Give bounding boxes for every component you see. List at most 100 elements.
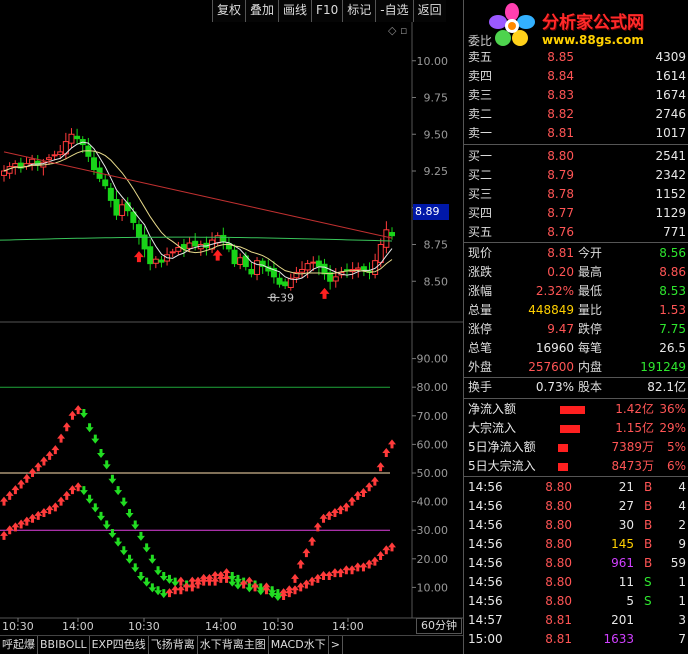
indicator-tab[interactable]: EXP四色线 xyxy=(90,636,149,654)
tick-volume: 11 xyxy=(618,575,634,589)
falling-arrow-icon xyxy=(154,566,163,576)
price-tick-label: 9.25 xyxy=(424,165,449,178)
bid-volume: 1129 xyxy=(655,206,686,220)
ask-volume: 2746 xyxy=(655,107,686,121)
capital-value: 82.1亿 xyxy=(647,380,686,394)
flow-percent: 29% xyxy=(659,421,686,435)
tick-price: 8.80 xyxy=(545,537,572,551)
indicator-tab[interactable]: 呼起爆 xyxy=(0,636,38,654)
candle xyxy=(74,135,81,140)
flow-bar xyxy=(560,406,585,414)
toolbar-button[interactable]: -自选 xyxy=(375,0,413,22)
site-logo: 分析家公式网 www.88gs.com 委比 xyxy=(464,0,688,50)
flow-bar xyxy=(558,444,568,452)
tick-row: 14:56 8.80 27 B 4 xyxy=(464,497,688,516)
indicator-tick-label: 80.00 xyxy=(417,381,449,394)
flow-percent: 36% xyxy=(659,402,686,416)
tick-price: 8.80 xyxy=(545,556,572,570)
tick-time: 14:56 xyxy=(468,480,503,494)
corner-diamond-icon[interactable]: ◇ ▫ xyxy=(388,24,407,37)
candle xyxy=(310,261,317,264)
rising-arrow-icon xyxy=(176,576,185,586)
tick-count: 1 xyxy=(678,575,686,589)
stat-label: 现价 xyxy=(468,246,493,260)
chart-toolbar: 复权 叠加 画线 F10 标记 -自选 返回 xyxy=(212,0,446,22)
candle xyxy=(332,276,339,282)
candle xyxy=(231,249,238,265)
indicator-tab[interactable]: MACD水下 xyxy=(269,636,329,654)
indicator-tab[interactable]: > xyxy=(329,636,343,654)
candle xyxy=(372,260,379,275)
stat-label: 涨跌 xyxy=(468,265,493,279)
stat-label: 今开 xyxy=(578,246,603,260)
flow-percent: 6% xyxy=(666,459,686,473)
candle xyxy=(135,224,142,238)
tick-row: 14:56 8.80 145 B 9 xyxy=(464,535,688,554)
rising-arrow-icon xyxy=(348,496,357,506)
candle xyxy=(214,235,221,244)
tick-count: 59 xyxy=(670,556,686,570)
candle xyxy=(389,232,395,237)
falling-arrow-icon xyxy=(102,520,111,530)
bid-volume: 1152 xyxy=(655,187,686,201)
flow-bar xyxy=(558,463,568,471)
tick-time: 14:56 xyxy=(468,594,503,608)
tick-row: 14:57 8.81 201 3 xyxy=(464,611,688,630)
bid-price: 8.79 xyxy=(547,168,574,182)
ma-long-line xyxy=(3,151,393,239)
toolbar-button[interactable]: 画线 xyxy=(278,0,312,22)
toolbar-button[interactable]: 返回 xyxy=(412,0,446,22)
candle xyxy=(299,268,306,273)
falling-arrow-icon xyxy=(119,546,128,556)
toolbar-button[interactable]: 复权 xyxy=(212,0,246,22)
rising-arrow-icon xyxy=(62,490,71,500)
falling-arrow-icon xyxy=(125,554,134,564)
candle xyxy=(282,281,289,287)
price-tick-label: 9.50 xyxy=(424,128,449,141)
flow-value: 1.42亿 xyxy=(615,402,654,416)
stat-label: 外盘 xyxy=(468,360,493,374)
current-price-tag: 8.89 xyxy=(413,204,449,220)
panel-separator xyxy=(464,398,688,399)
candle xyxy=(51,154,58,157)
period-selector[interactable]: 60分钟 xyxy=(416,618,462,634)
indicator-tab[interactable]: 水下背离主图 xyxy=(198,636,269,654)
indicator-tab[interactable]: 飞扬背离 xyxy=(149,636,198,654)
toolbar-button[interactable]: 标记 xyxy=(342,0,376,22)
toolbar-button[interactable]: 叠加 xyxy=(245,0,279,22)
candle xyxy=(119,204,126,216)
falling-arrow-icon xyxy=(85,423,94,433)
indicator-tab[interactable]: BBIBOLL xyxy=(38,636,90,654)
rising-arrow-icon xyxy=(45,450,54,460)
flow-label: 净流入额 xyxy=(468,402,517,416)
ask-row: 卖五 8.85 4309 xyxy=(464,48,688,67)
turnover-label: 换手 xyxy=(468,380,493,394)
stat-label: 总量 xyxy=(468,303,493,317)
rising-arrow-icon xyxy=(17,479,26,489)
stat-label: 涨幅 xyxy=(468,284,493,298)
ask-price: 8.85 xyxy=(547,50,574,64)
tick-row: 14:56 8.80 5 S 1 xyxy=(464,592,688,611)
stat-label: 量比 xyxy=(578,303,603,317)
tick-time: 14:56 xyxy=(468,537,503,551)
candle xyxy=(169,251,176,254)
tick-side: B xyxy=(644,518,653,532)
tick-count: 9 xyxy=(678,537,686,551)
ask-label: 卖五 xyxy=(468,50,493,64)
stat-label: 总笔 xyxy=(468,341,493,355)
toolbar-button[interactable]: F10 xyxy=(311,0,343,22)
ask-label: 卖三 xyxy=(468,88,493,102)
rising-arrow-icon xyxy=(57,433,66,443)
flower-logo-icon xyxy=(489,3,535,46)
ask-price: 8.82 xyxy=(547,107,574,121)
stat-label: 内盘 xyxy=(578,360,603,374)
rising-arrow-icon xyxy=(308,536,317,546)
ma-short-line xyxy=(3,141,393,280)
bid-volume: 2342 xyxy=(655,168,686,182)
indicator-tick-label: 50.00 xyxy=(417,467,449,480)
bid-row: 买四 8.77 1129 xyxy=(464,204,688,223)
flow-row: 大宗流入 1.15亿 29% xyxy=(464,419,688,438)
rising-arrow-icon xyxy=(376,462,385,472)
bid-label: 买二 xyxy=(468,168,493,182)
stat-row: 现价 8.81 今开 8.56 xyxy=(464,244,688,263)
